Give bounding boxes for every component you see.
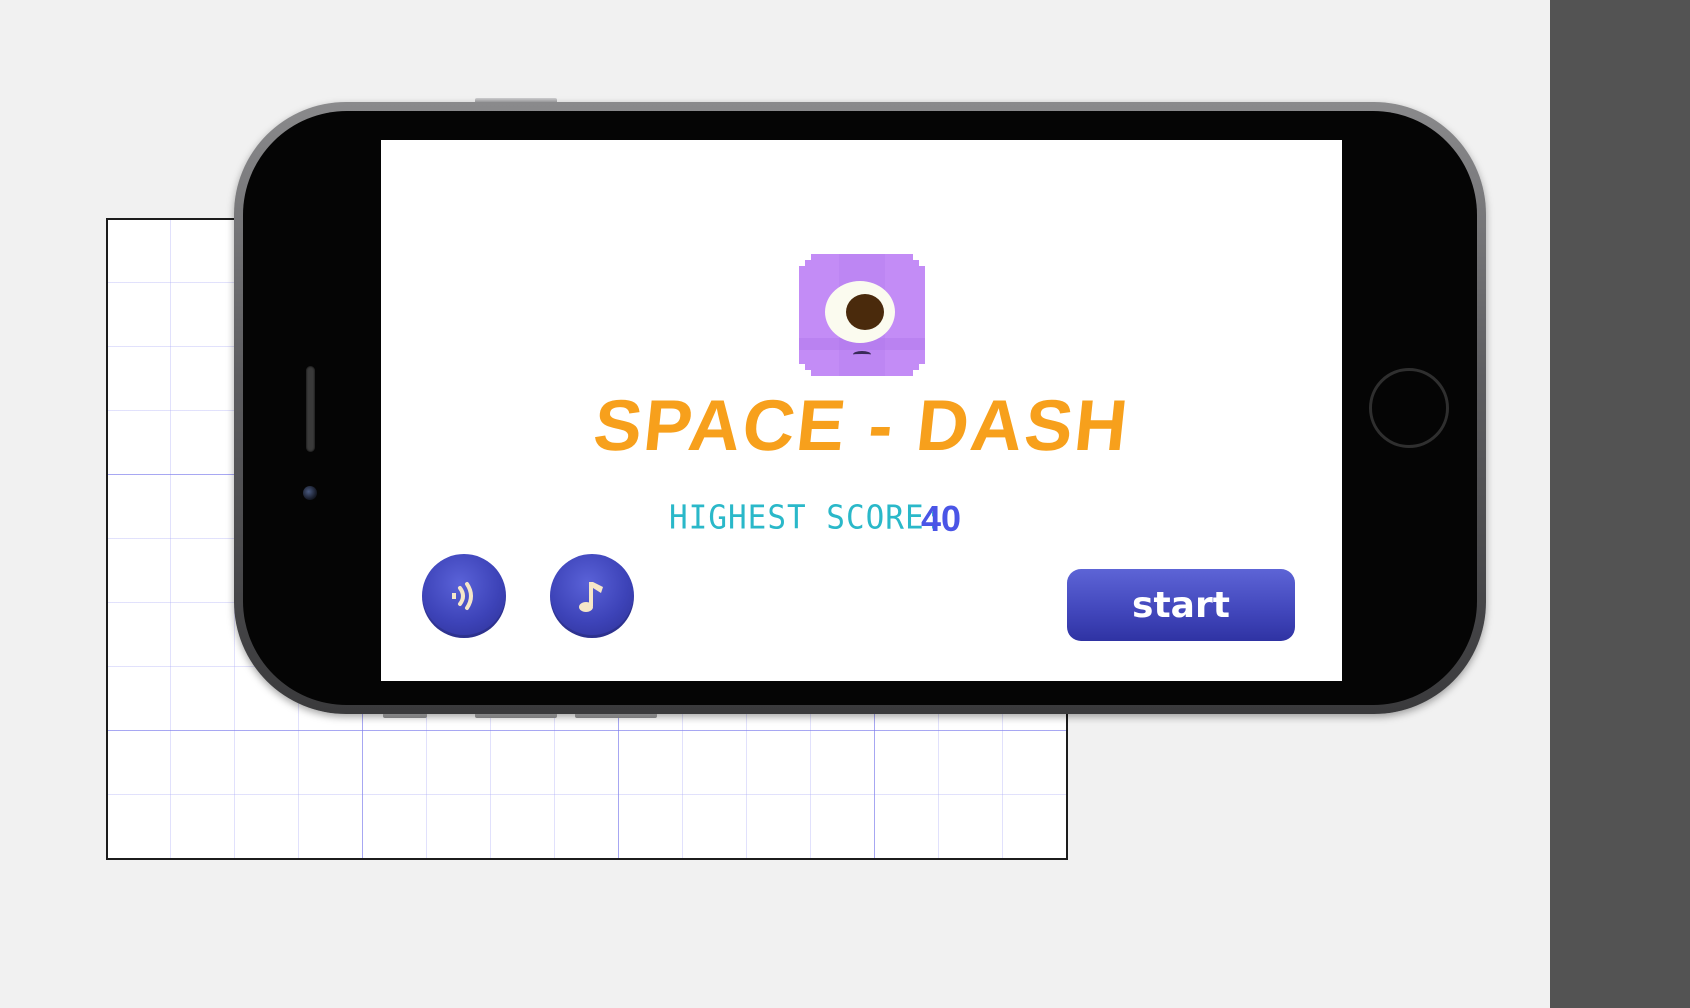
monster-eye	[825, 281, 895, 343]
game-title: SPACE - DASH	[589, 386, 1134, 466]
monster-pupil	[846, 294, 884, 330]
game-screen: SPACE - DASH HIGHEST SCORE: 40 start	[381, 140, 1342, 681]
monster-character	[799, 254, 925, 376]
music-note-icon	[579, 582, 603, 612]
start-button[interactable]: start	[1067, 569, 1295, 641]
front-camera-icon	[303, 486, 317, 500]
sound-toggle-button[interactable]	[422, 554, 506, 638]
music-toggle-button[interactable]	[550, 554, 634, 638]
sound-icon	[452, 582, 473, 610]
phone-home-button[interactable]	[1369, 368, 1449, 448]
phone-earpiece	[306, 366, 315, 452]
highest-score-value: 40	[921, 498, 962, 539]
highest-score-label: HIGHEST SCORE:	[669, 499, 945, 537]
monster-mouth	[853, 351, 871, 358]
side-panel	[1550, 0, 1690, 1008]
